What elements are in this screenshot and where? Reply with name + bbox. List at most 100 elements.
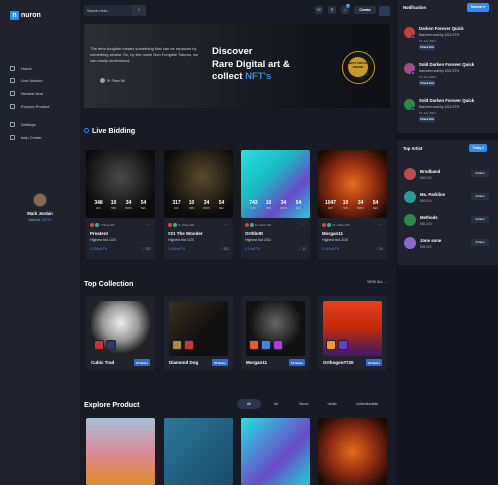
newest-dropdown[interactable]: Newest ▾ <box>467 3 489 12</box>
sidebar-item-help-center[interactable]: help Center <box>10 131 78 144</box>
more-icon[interactable]: ··· <box>378 222 382 227</box>
artist-value: $56,520 <box>420 199 432 203</box>
nft-title[interactable]: Morgan11 <box>322 231 343 236</box>
notification-item-title: Darken Forever Quick <box>419 26 464 31</box>
collection-name[interactable]: Cubic Trad <box>91 360 114 365</box>
sidebar: n nuron Home Live Auction Newest Item Ex… <box>0 0 80 485</box>
newest-icon <box>10 90 15 96</box>
more-icon[interactable]: ··· <box>146 222 150 227</box>
sidebar-item-label: Live Auction <box>21 78 43 84</box>
nft-title[interactable]: Preatent <box>90 231 108 236</box>
avatar <box>404 214 416 226</box>
balance-label: Balance <box>28 218 41 222</box>
avatar <box>100 78 105 83</box>
today-dropdown[interactable]: Today ▾ <box>469 144 487 152</box>
nft-card[interactable]: 348 DAY 10 HRS 34 MIN'S 54 SEC 7 Place Bit ·… <box>86 150 155 259</box>
award-seal: BEST ANUAL AWARD <box>342 51 375 84</box>
view-all-link[interactable]: VIEW ALL → <box>367 280 388 284</box>
explore-card-image[interactable] <box>241 418 310 485</box>
explore-card-image[interactable] <box>318 418 387 485</box>
notification-panel: Notification Newest ▾ Darken Forever Qui… <box>397 0 498 133</box>
notification-item-date: 15 July 2021 <box>419 110 437 115</box>
sidebar-item-label: Explore Product <box>21 103 50 109</box>
section-title-collection: Top Collection <box>84 279 134 288</box>
hero-place-bit: 5+ Place Bit <box>100 78 125 83</box>
item-count-badge: 10 Items <box>365 359 382 366</box>
home-icon <box>10 65 15 71</box>
collection-card[interactable]: Cubic Trad 27 Items <box>86 296 155 370</box>
search-icon[interactable]: ⌕ <box>132 5 146 16</box>
like-count[interactable]: ♡ 322 <box>220 247 229 251</box>
filter-all[interactable]: All <box>237 399 261 409</box>
filter-music[interactable]: Music <box>294 399 314 409</box>
phone-icon[interactable]: ☏ <box>315 6 323 14</box>
like-count[interactable]: ♡ 20 <box>375 247 383 251</box>
profile-balance: Balance 12ETH <box>18 218 62 222</box>
collection-card[interactable]: Orthogon#720 10 Items <box>318 296 387 370</box>
sidebar-item-label: Settings <box>21 122 36 128</box>
place-bit: 8+ Place Bit <box>245 223 307 227</box>
nft-price: 0.244wETH <box>322 247 340 251</box>
filter-video[interactable]: Vedio <box>322 399 342 409</box>
collection-name[interactable]: Orthogon#720 <box>323 360 354 365</box>
search-icon[interactable]: ⚲ <box>328 6 336 14</box>
sidebar-item-newest-item[interactable]: Newest Item <box>10 87 78 100</box>
explore-card-image[interactable] <box>86 418 155 485</box>
sidebar-item-explore-product[interactable]: Explore Product <box>10 100 78 113</box>
gear-icon <box>10 122 15 128</box>
collection-card[interactable]: Morgan11 15 Items <box>241 296 310 370</box>
follow-button[interactable]: Follow <box>471 170 489 177</box>
user-profile[interactable]: Mark Jordan Balance 12ETH <box>18 193 62 222</box>
artist-item[interactable]: Jone sone $56,520 Follow <box>404 237 492 257</box>
explore-card-image[interactable] <box>164 418 233 485</box>
live-icon <box>84 128 89 133</box>
avatar <box>404 237 416 249</box>
artist-name: Brodband <box>420 169 441 174</box>
artist-value: $56,520 <box>420 176 432 180</box>
countdown: 348 DAY 10 HRS 34 MIN'S 54 SEC <box>94 200 147 210</box>
more-icon[interactable]: ··· <box>301 222 305 227</box>
artist-item[interactable]: Brodband $56,520 Follow <box>404 168 492 188</box>
sidebar-item-home[interactable]: Home <box>10 62 78 75</box>
notification-title: Notification <box>403 5 427 10</box>
notification-item[interactable]: Sold Darken Forever Quick Has been sold … <box>404 62 494 92</box>
follow-button[interactable]: Follow <box>471 193 489 200</box>
help-icon <box>10 134 15 140</box>
notification-item-sub: Has been sold by 1221 ETH <box>419 33 459 37</box>
avatar <box>404 191 416 203</box>
notification-item[interactable]: Sold Darken Forever Quick Has been sold … <box>404 98 494 128</box>
notification-item-sub: Has been sold by 1221 ETH <box>419 69 459 73</box>
logo[interactable]: n nuron <box>10 11 41 20</box>
highest-bid: Highest bid 2/31 <box>245 238 271 242</box>
nft-card[interactable]: 743 DAY 10 HRS 34 MIN'S 54 SEC 8+ Place Bit … <box>241 150 310 259</box>
artist-item[interactable]: Ms. Parkline $56,520 Follow <box>404 191 492 211</box>
hero-title-accent: NFT's <box>245 71 272 82</box>
nft-title[interactable]: #21 The Wonder <box>168 231 203 236</box>
wallet-button[interactable] <box>379 6 390 16</box>
check-out-button[interactable]: Check Out <box>419 116 435 122</box>
collection-name[interactable]: Diamond Dog <box>169 360 198 365</box>
sidebar-item-settings[interactable]: Settings <box>10 118 78 131</box>
like-count[interactable]: ♡ 322 <box>142 247 151 251</box>
more-icon[interactable]: ··· <box>224 222 228 227</box>
sidebar-item-live-auction[interactable]: Live Auction <box>10 75 78 88</box>
collection-name[interactable]: Morgan11 <box>246 360 267 365</box>
check-out-button[interactable]: Check Out <box>419 80 435 86</box>
create-button[interactable]: Create <box>354 6 376 14</box>
notification-item-sub: Has been sold by 1221 ETH <box>419 105 459 109</box>
like-count[interactable]: ♡ 12 <box>298 247 306 251</box>
hero-title-line: collect NFT's <box>212 71 312 84</box>
nft-card[interactable]: 1047 DAY 10 HRS 34 MIN'S 54 SEC 15+ Place Bi… <box>318 150 387 259</box>
notification-item-date: 15 July 2021 <box>419 38 437 43</box>
follow-button[interactable]: Follow <box>471 216 489 223</box>
filter-art[interactable]: Art <box>267 399 285 409</box>
hero-title-line: Discover <box>212 46 253 57</box>
check-out-button[interactable]: Check Out <box>419 44 435 50</box>
nft-title[interactable]: Orthbr8t <box>245 231 263 236</box>
notification-item[interactable]: Darken Forever Quick Has been sold by 12… <box>404 26 494 56</box>
filter-collectionable[interactable]: Collectionable <box>350 399 384 409</box>
follow-button[interactable]: Follow <box>471 239 489 246</box>
collection-card[interactable]: Diamond Dog 20 Items <box>164 296 233 370</box>
nft-card[interactable]: 317 DAY 10 HRS 34 MIN'S 54 SEC 5+ Place Bit … <box>164 150 233 259</box>
artist-item[interactable]: Methods $56,520 Follow <box>404 214 492 234</box>
